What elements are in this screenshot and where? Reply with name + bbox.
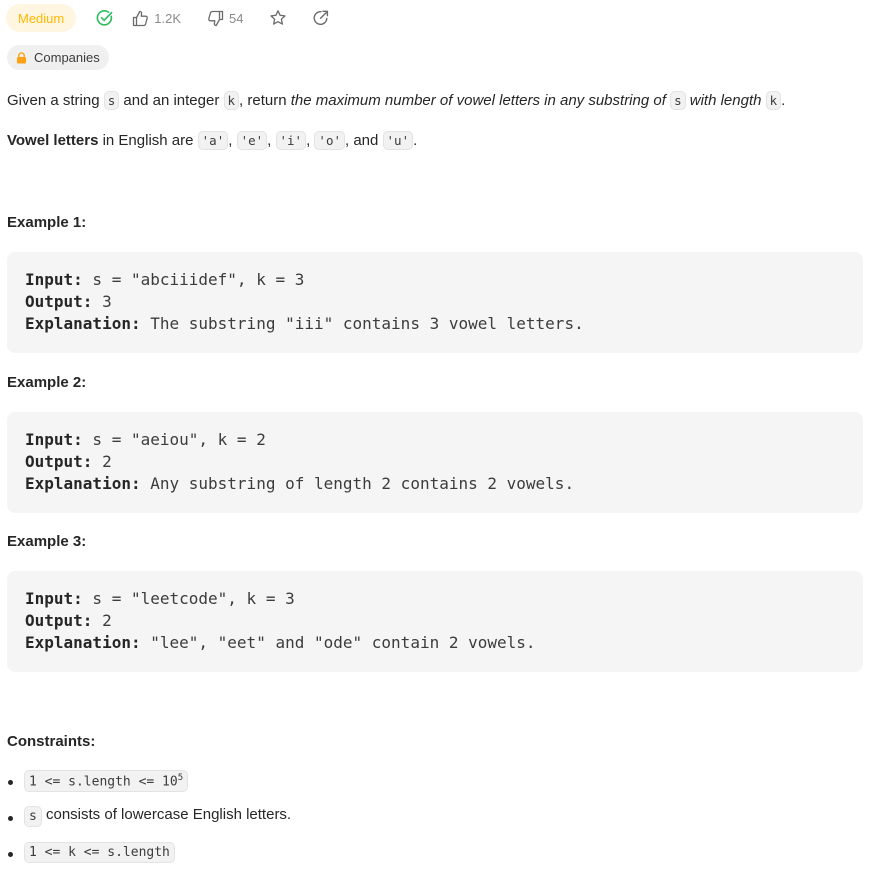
- star-icon: [269, 9, 287, 27]
- example-explanation-line: Explanation: The substring "iii" contain…: [25, 313, 845, 335]
- explanation-label: Explanation:: [25, 474, 141, 493]
- constraint-code: 1 <= k <= s.length: [24, 842, 175, 863]
- lock-icon: [16, 51, 27, 64]
- input-label: Input:: [25, 589, 83, 608]
- constraint-code: 1 <= s.length <= 105: [24, 770, 189, 793]
- dislike-button[interactable]: 54: [207, 10, 243, 27]
- vowel-letters-bold: Vowel letters: [7, 132, 99, 149]
- separator: ,: [228, 132, 237, 149]
- explanation-label: Explanation:: [25, 314, 141, 333]
- statement-text: in English are: [98, 132, 198, 149]
- favorite-star-button[interactable]: [269, 9, 287, 27]
- example-output-line: Output: 2: [25, 451, 845, 473]
- example-output-line: Output: 2: [25, 610, 845, 632]
- inline-code: 'u': [382, 131, 414, 150]
- explanation-value: The substring "iii" contains 3 vowel let…: [140, 314, 584, 333]
- input-value: s = "leetcode", k = 3: [82, 589, 295, 608]
- example-input-line: Input: s = "aeiou", k = 2: [25, 429, 845, 451]
- input-label: Input:: [25, 430, 83, 449]
- example-explanation-line: Explanation: "lee", "eet" and "ode" cont…: [25, 632, 845, 654]
- statement-text: , return: [239, 92, 291, 109]
- exponent: 5: [177, 773, 184, 783]
- like-count: 1.2K: [154, 10, 181, 26]
- output-label: Output:: [25, 611, 93, 630]
- explanation-value: "lee", "eet" and "ode" contain 2 vowels.: [140, 633, 536, 652]
- dislike-count: 54: [229, 10, 244, 26]
- input-label: Input:: [25, 270, 83, 289]
- statement-text: .: [413, 132, 418, 149]
- separator: , and: [345, 132, 383, 149]
- share-icon: [312, 9, 330, 27]
- explanation-label: Explanation:: [25, 633, 141, 652]
- output-value: 2: [92, 611, 112, 630]
- constraint-code-text: 1 <= s.length <= 10: [29, 774, 178, 790]
- constraint-item: s consists of lowercase English letters.: [0, 806, 291, 842]
- example-3-box: Input: s = "leetcode", k = 3 Output: 2 E…: [7, 571, 863, 672]
- inline-code: 'a': [197, 131, 229, 150]
- constraints-list: 1 <= s.length <= 105 s consists of lower…: [0, 770, 291, 878]
- inline-code: 'o': [314, 131, 345, 150]
- statement-text: and an integer: [119, 92, 224, 109]
- companies-tag[interactable]: Companies: [7, 45, 109, 70]
- constraint-code: s: [24, 806, 42, 827]
- constraint-text: consists of lowercase English letters.: [41, 806, 292, 823]
- output-label: Output:: [25, 292, 93, 311]
- example-explanation-line: Explanation: Any substring of length 2 c…: [25, 473, 845, 495]
- solved-check-icon: [96, 9, 114, 27]
- output-value: 2: [92, 452, 112, 471]
- statement-emphasis: with length: [685, 92, 766, 109]
- input-value: s = "abciiidef", k = 3: [82, 270, 305, 289]
- separator: ,: [267, 132, 276, 149]
- difficulty-badge: Medium: [6, 4, 77, 32]
- input-value: s = "aeiou", k = 2: [82, 430, 266, 449]
- example-1-box: Input: s = "abciiidef", k = 3 Output: 3 …: [7, 252, 863, 353]
- vowel-definition: Vowel letters in English are 'a', 'e', '…: [7, 131, 417, 151]
- statement-text: .: [781, 92, 786, 109]
- problem-statement: Given a string s and an integer k, retur…: [7, 91, 785, 111]
- inline-code: 'e': [236, 131, 268, 150]
- statement-emphasis: the maximum number of vowel letters in a…: [290, 92, 671, 109]
- statement-text: Given a string: [7, 92, 104, 109]
- companies-label: Companies: [34, 50, 100, 65]
- explanation-value: Any substring of length 2 contains 2 vow…: [140, 474, 575, 493]
- example-2-box: Input: s = "aeiou", k = 2 Output: 2 Expl…: [7, 412, 863, 513]
- example-output-line: Output: 3: [25, 291, 845, 313]
- constraint-item: 1 <= k <= s.length: [0, 842, 291, 878]
- inline-code: k: [223, 91, 240, 110]
- example-3-title: Example 3:: [7, 533, 87, 550]
- like-button[interactable]: 1.2K: [132, 10, 181, 27]
- inline-code: 'i': [275, 131, 307, 150]
- thumbs-down-icon: [207, 10, 224, 27]
- problem-header: Medium 1.2K 54: [6, 4, 330, 32]
- constraint-item: 1 <= s.length <= 105: [0, 770, 291, 806]
- example-1-title: Example 1:: [7, 214, 87, 231]
- thumbs-up-icon: [132, 10, 149, 27]
- share-button[interactable]: [312, 9, 330, 27]
- example-input-line: Input: s = "leetcode", k = 3: [25, 588, 845, 610]
- inline-code: s: [670, 91, 686, 110]
- example-input-line: Input: s = "abciiidef", k = 3: [25, 269, 845, 291]
- output-label: Output:: [25, 452, 93, 471]
- constraints-title: Constraints:: [7, 733, 96, 750]
- inline-code: k: [765, 91, 782, 110]
- output-value: 3: [92, 292, 112, 311]
- example-2-title: Example 2:: [7, 374, 87, 391]
- inline-code: s: [103, 91, 120, 110]
